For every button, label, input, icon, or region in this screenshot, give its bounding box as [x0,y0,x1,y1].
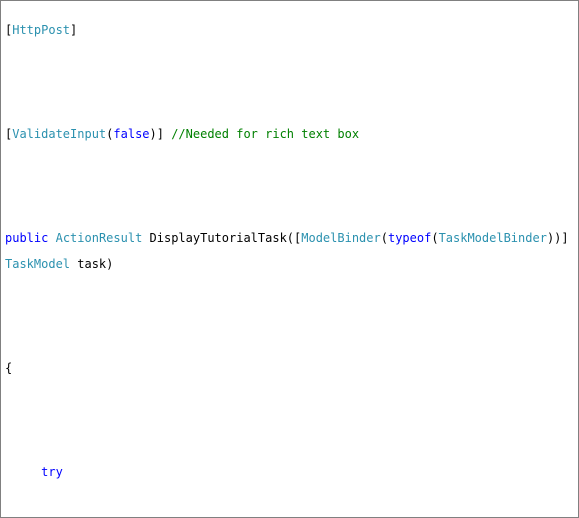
code-token-plain: )] [149,127,172,141]
code-token-plain: DisplayTutorialTask([ [142,231,302,245]
code-token-plain: task) [70,257,114,271]
code-token-keyword: typeof [387,231,432,245]
code-line: try [5,459,578,485]
code-token-plain: ( [431,231,439,245]
code-line: [ValidateInput(false)] //Needed for rich… [5,121,578,147]
code-snippet-viewer: [HttpPost] [ValidateInput(false)] //Need… [0,0,579,518]
code-token-type: ActionResult [55,231,143,245]
code-token-plain: ))] [546,231,576,245]
code-token-plain: ( [380,231,388,245]
code-token-type: HttpPost [12,23,71,37]
code-token-type: ValidateInput [12,127,107,141]
code-token-comment: //Needed for rich text box [171,127,360,141]
code-token-type: TaskModelBinder [438,231,547,245]
code-token-type: ModelBinder [301,231,381,245]
code-line: public ActionResult DisplayTutorialTask(… [5,225,578,277]
code-token-plain: ] [70,23,78,37]
code-token-keyword: try [41,465,63,479]
code-line: [HttpPost] [5,17,578,43]
code-token-plain: { [5,361,13,375]
code-token-keyword: public [5,231,49,245]
code-token-type: TaskModel [5,257,71,271]
code-line: { [5,355,578,381]
code-token-keyword: false [113,127,150,141]
code-block[interactable]: [HttpPost] [ValidateInput(false)] //Need… [1,13,578,517]
